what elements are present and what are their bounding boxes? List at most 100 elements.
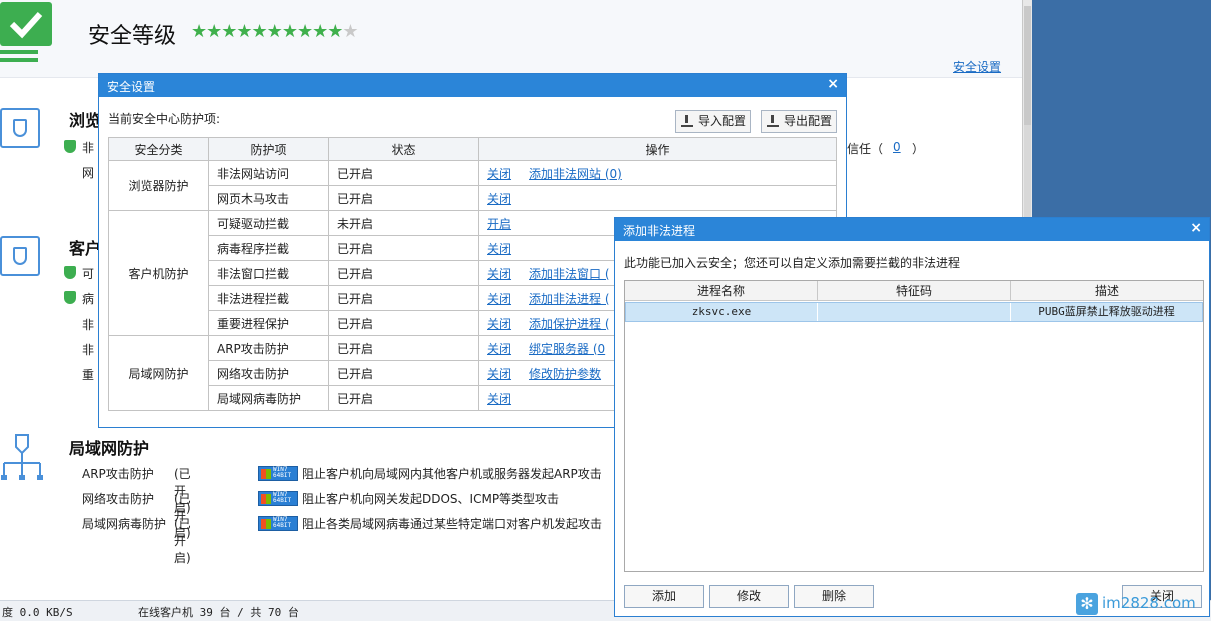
col-signature[interactable]: 特征码 <box>818 281 1011 301</box>
lan-row-name: 网络攻击防护 <box>82 492 155 506</box>
process-list[interactable]: 进程名称 特征码 描述 zksvc.exe PUBG蓝屏禁止释放驱动进程 <box>624 280 1204 572</box>
extra-link[interactable]: 绑定服务器 (0 <box>529 342 605 356</box>
shield-icon <box>64 291 76 304</box>
item-cell: 非法网站访问 <box>208 160 329 186</box>
client-row-1: 可 <box>82 267 95 281</box>
process-description: 此功能已加入云安全；您还可以自定义添加需要拦截的非法进程 <box>624 256 961 270</box>
close-icon[interactable]: × <box>1190 220 1202 236</box>
item-cell: 非法进程拦截 <box>208 285 329 311</box>
table-header: 安全分类 防护项 状态 操作 <box>108 137 837 161</box>
toggle-link[interactable]: 关闭 <box>487 292 511 306</box>
win7-badge-icon: WIN7 64BIT <box>258 466 298 481</box>
import-label: 导入配置 <box>698 114 747 128</box>
dialog-title: 安全设置 <box>107 80 156 94</box>
lan-section-title: 局域网防护 <box>69 439 150 458</box>
category-cell: 局域网防护 <box>108 335 209 411</box>
add-button[interactable]: 添加 <box>624 585 704 608</box>
list-item[interactable]: zksvc.exe PUBG蓝屏禁止释放驱动进程 <box>625 302 1203 322</box>
toggle-link[interactable]: 关闭 <box>487 242 511 256</box>
import-config-button[interactable]: 导入配置 <box>675 110 751 133</box>
snowflake-icon: ✻ <box>1076 593 1098 615</box>
action-cell: 关闭 <box>478 185 837 211</box>
extra-link[interactable]: 修改防护参数 <box>529 367 601 381</box>
category-cell: 客户机防护 <box>108 210 209 336</box>
badge-text: WIN7 64BIT <box>273 516 292 529</box>
status-cell: 已开启 <box>328 160 479 186</box>
toggle-link[interactable]: 关闭 <box>487 167 511 181</box>
table-row: 浏览器防护 非法网站访问 已开启 关闭 添加非法网站 (0) <box>108 160 837 211</box>
close-icon[interactable]: × <box>827 76 839 92</box>
status-cell: 已开启 <box>328 235 479 261</box>
item-cell: 局域网病毒防护 <box>208 385 329 411</box>
process-list-header: 进程名称 特征码 描述 <box>625 281 1203 301</box>
toggle-link[interactable]: 关闭 <box>487 267 511 281</box>
client-section-title: 客户 <box>69 239 102 258</box>
trust-close-paren: ） <box>912 142 925 156</box>
toggle-link[interactable]: 关闭 <box>487 392 511 406</box>
client-row-3: 非 <box>82 318 95 332</box>
security-settings-link[interactable]: 安全设置 <box>953 58 1001 75</box>
lan-row-desc: 阻止客户机向网关发起DDOS、ICMP等类型攻击 <box>302 492 560 506</box>
lan-network-icon <box>0 433 44 486</box>
badge-text: WIN7 64BIT <box>273 491 292 504</box>
toggle-link[interactable]: 关闭 <box>487 192 511 206</box>
col-process-name[interactable]: 进程名称 <box>625 281 818 301</box>
status-speed: 度 0.0 KB/S <box>2 606 73 619</box>
process-name-cell: zksvc.exe <box>626 303 818 321</box>
security-check-icon <box>0 2 52 46</box>
extra-link[interactable]: 添加非法窗口 ( <box>529 267 610 281</box>
item-cell: 非法窗口拦截 <box>208 260 329 286</box>
extra-link[interactable]: 添加非法进程 ( <box>529 292 610 306</box>
dialog-titlebar: 安全设置 × <box>99 74 846 97</box>
toggle-link[interactable]: 开启 <box>487 217 511 231</box>
trust-label: 信任（ <box>847 142 884 156</box>
item-cell: 网络攻击防护 <box>208 360 329 386</box>
lan-row-desc: 阻止各类局域网病毒通过某些特定端口对客户机发起攻击 <box>302 517 603 531</box>
watermark-text: im2828.com <box>1102 594 1196 612</box>
delete-button[interactable]: 删除 <box>794 585 874 608</box>
lan-row-name: ARP攻击防护 <box>82 467 154 481</box>
item-cell: ARP攻击防护 <box>208 335 329 361</box>
export-label: 导出配置 <box>784 114 833 128</box>
client-row-4: 非 <box>82 343 95 357</box>
col-category: 安全分类 <box>108 137 209 161</box>
export-config-button[interactable]: 导出配置 <box>761 110 837 133</box>
lan-row-network: 网络攻击防护 (已开启) WIN7 64BIT 阻止客户机向网关发起DDOS、I… <box>82 490 559 540</box>
extra-link[interactable]: 添加非法网站 (0) <box>529 167 622 181</box>
dialog-title: 添加非法进程 <box>623 224 696 238</box>
status-cell: 已开启 <box>328 285 479 311</box>
toggle-link[interactable]: 关闭 <box>487 342 511 356</box>
extra-link[interactable]: 添加保护进程 ( <box>529 317 610 331</box>
col-description[interactable]: 描述 <box>1011 281 1203 301</box>
export-icon <box>767 115 779 127</box>
security-level-stars: ★★★★★★★★★★★ <box>191 21 359 42</box>
toggle-link[interactable]: 关闭 <box>487 367 511 381</box>
toggle-link[interactable]: 关闭 <box>487 317 511 331</box>
shield-icon <box>64 140 76 153</box>
lan-row-desc: 阻止客户机向局域网内其他客户机或服务器发起ARP攻击 <box>302 467 602 481</box>
dialog-subtitle: 当前安全中心防护项: <box>108 112 221 126</box>
process-code-cell <box>818 303 1011 321</box>
stars-off-icon: ★ <box>342 21 358 42</box>
edit-button[interactable]: 修改 <box>709 585 789 608</box>
dialog-titlebar: 添加非法进程 × <box>615 218 1209 241</box>
win7-badge-icon: WIN7 64BIT <box>258 516 298 531</box>
category-cell: 浏览器防护 <box>108 160 209 211</box>
status-online: 在线客户机 39 台 / 共 70 台 <box>138 606 299 619</box>
client-row-2: 病 <box>82 292 95 306</box>
monitor-base-icon <box>0 58 38 62</box>
badge-text: WIN7 64BIT <box>273 466 292 479</box>
col-status: 状态 <box>328 137 479 161</box>
status-cell: 已开启 <box>328 310 479 336</box>
lan-row-name: 局域网病毒防护 <box>82 517 167 531</box>
status-cell: 已开启 <box>328 385 479 411</box>
col-item: 防护项 <box>208 137 329 161</box>
table-row: 网页木马攻击 已开启 关闭 <box>109 185 837 211</box>
monitor-stand-icon <box>0 50 38 54</box>
trust-count-link[interactable]: 0 <box>893 140 901 154</box>
lan-row-arp: ARP攻击防护 (已开启) WIN7 64BIT 阻止客户机向局域网内其他客户机… <box>82 465 602 515</box>
stars-on-icon: ★★★★★★★★★★ <box>191 21 343 42</box>
browser-row-1: 非 <box>82 141 95 155</box>
add-illegal-process-dialog: 添加非法进程 × 此功能已加入云安全；您还可以自定义添加需要拦截的非法进程 进程… <box>614 217 1210 617</box>
status-cell: 未开启 <box>328 210 479 236</box>
